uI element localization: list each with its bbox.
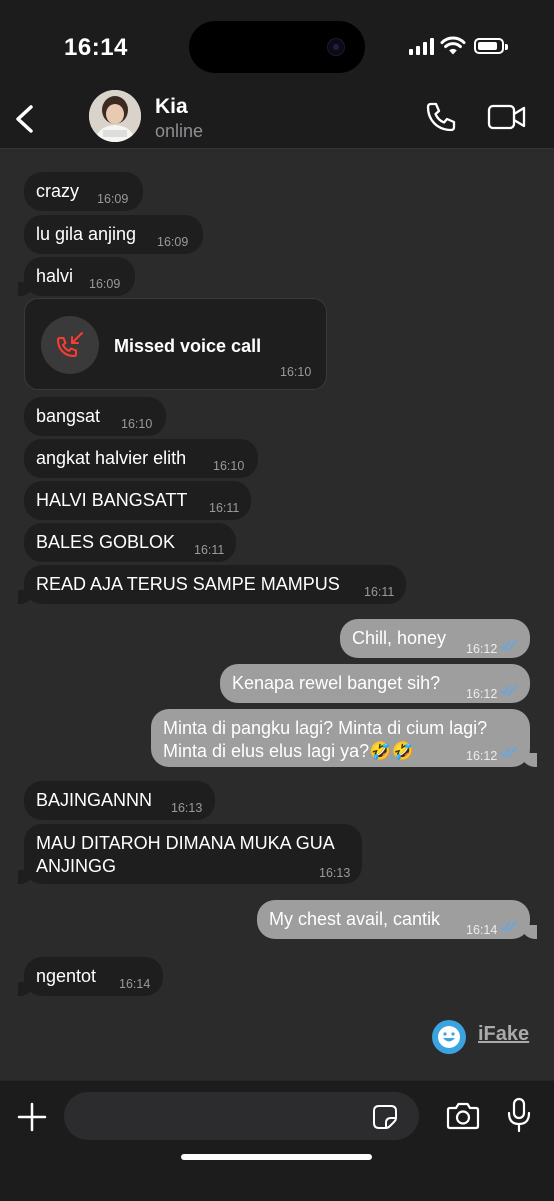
contact-status: online xyxy=(155,121,204,141)
message-time: 16:10 xyxy=(213,459,245,473)
battery-icon xyxy=(474,38,508,54)
message-bubble[interactable]: My chest avail, cantik 16:14 xyxy=(257,900,537,939)
message-text: BAJINGANNN xyxy=(36,790,153,810)
message-text: bangsat xyxy=(36,406,101,426)
message-text: crazy xyxy=(36,181,80,201)
read-receipt-icon xyxy=(500,747,517,758)
message-bubble[interactable]: crazy 16:09 xyxy=(24,172,143,211)
wifi-icon xyxy=(440,36,466,55)
home-indicator xyxy=(181,1154,372,1160)
message-text-line: Minta di pangku lagi? Minta di cium lagi… xyxy=(163,718,488,738)
message-time: 16:11 xyxy=(194,543,225,557)
message-text: Kenapa rewel banget sih? xyxy=(232,673,441,693)
message-bubble[interactable]: HALVI BANGSATT 16:11 xyxy=(24,481,251,520)
video-call-button[interactable] xyxy=(487,101,527,133)
message-time: 16:12 xyxy=(466,642,498,656)
message-time: 16:14 xyxy=(119,977,151,991)
message-bubble[interactable]: Chill, honey 16:12 xyxy=(340,619,530,658)
message-bubble[interactable]: angkat halvier elith 16:10 xyxy=(24,439,258,478)
message-bubble[interactable]: MAU DITAROH DIMANA MUKA GUA ANJINGG 16:1… xyxy=(18,824,362,884)
message-bubble[interactable]: BALES GOBLOK 16:11 xyxy=(24,523,236,562)
message-text: lu gila anjing xyxy=(36,224,137,244)
message-text: My chest avail, cantik xyxy=(269,909,441,929)
input-bar xyxy=(0,1080,554,1201)
message-bubble[interactable]: halvi 16:09 xyxy=(18,257,135,296)
plus-button[interactable] xyxy=(16,1101,48,1133)
status-bar: 16:14 xyxy=(0,0,554,95)
avatar-photo xyxy=(89,90,141,142)
message-time: 16:12 xyxy=(466,687,498,701)
message-text: angkat halvier elith xyxy=(36,448,187,468)
sticker-button[interactable] xyxy=(372,1104,398,1130)
message-time: 16:13 xyxy=(171,801,203,815)
message-text-line: Minta di elus elus lagi ya?🤣🤣 xyxy=(163,741,414,761)
read-receipt-icon xyxy=(500,921,517,932)
message-bubble[interactable]: lu gila anjing 16:09 xyxy=(24,215,203,254)
message-text: ngentot xyxy=(36,966,97,986)
message-time: 16:09 xyxy=(97,192,129,206)
dynamic-island xyxy=(189,21,365,73)
missed-call-icon xyxy=(57,332,83,357)
message-time: 16:13 xyxy=(319,866,351,880)
back-button[interactable] xyxy=(12,99,42,139)
watermark-label[interactable]: iFake xyxy=(478,1023,529,1046)
message-text: Chill, honey xyxy=(352,628,447,648)
avatar[interactable] xyxy=(89,90,141,142)
chat-header: Kia online xyxy=(0,90,554,149)
message-text: READ AJA TERUS SAMPE MAMPUS xyxy=(36,574,340,594)
missed-call-label: Missed voice call xyxy=(114,336,262,356)
message-bubble[interactable]: Kenapa rewel banget sih? 16:12 xyxy=(220,664,530,703)
message-bubble[interactable]: ngentot 16:14 xyxy=(18,957,163,996)
message-time: 16:12 xyxy=(466,749,498,763)
message-time: 16:10 xyxy=(121,417,153,431)
ifake-logo-icon xyxy=(432,1020,466,1054)
message-text: HALVI BANGSATT xyxy=(36,490,188,510)
message-time: 16:14 xyxy=(466,923,498,937)
message-input[interactable] xyxy=(64,1092,419,1140)
microphone-button[interactable] xyxy=(506,1097,532,1133)
message-time: 16:09 xyxy=(89,277,121,291)
read-receipt-icon xyxy=(500,640,517,651)
status-time: 16:14 xyxy=(64,34,128,61)
message-time: 16:10 xyxy=(280,365,312,379)
message-text-line: MAU DITAROH DIMANA MUKA GUA xyxy=(36,833,335,853)
message-bubble[interactable]: READ AJA TERUS SAMPE MAMPUS 16:11 xyxy=(18,565,406,604)
voice-call-button[interactable] xyxy=(423,99,459,135)
front-camera-icon xyxy=(327,38,345,56)
missed-call-card[interactable]: Missed voice call 16:10 xyxy=(24,298,327,390)
read-receipt-icon xyxy=(500,685,517,696)
message-time: 16:11 xyxy=(209,501,240,515)
message-time: 16:11 xyxy=(364,585,395,599)
message-bubble[interactable]: Minta di pangku lagi? Minta di cium lagi… xyxy=(151,709,537,767)
message-bubble[interactable]: BAJINGANNN 16:13 xyxy=(24,781,215,820)
message-text: BALES GOBLOK xyxy=(36,532,176,552)
message-time: 16:09 xyxy=(157,235,189,249)
message-text: halvi xyxy=(36,266,74,286)
message-bubble[interactable]: bangsat 16:10 xyxy=(24,397,166,436)
message-text-line: ANJINGG xyxy=(36,856,117,876)
camera-button[interactable] xyxy=(446,1101,480,1131)
missed-call-icon-wrap xyxy=(41,316,99,374)
contact-name[interactable]: Kia xyxy=(155,95,188,119)
cellular-signal-icon xyxy=(409,38,435,55)
